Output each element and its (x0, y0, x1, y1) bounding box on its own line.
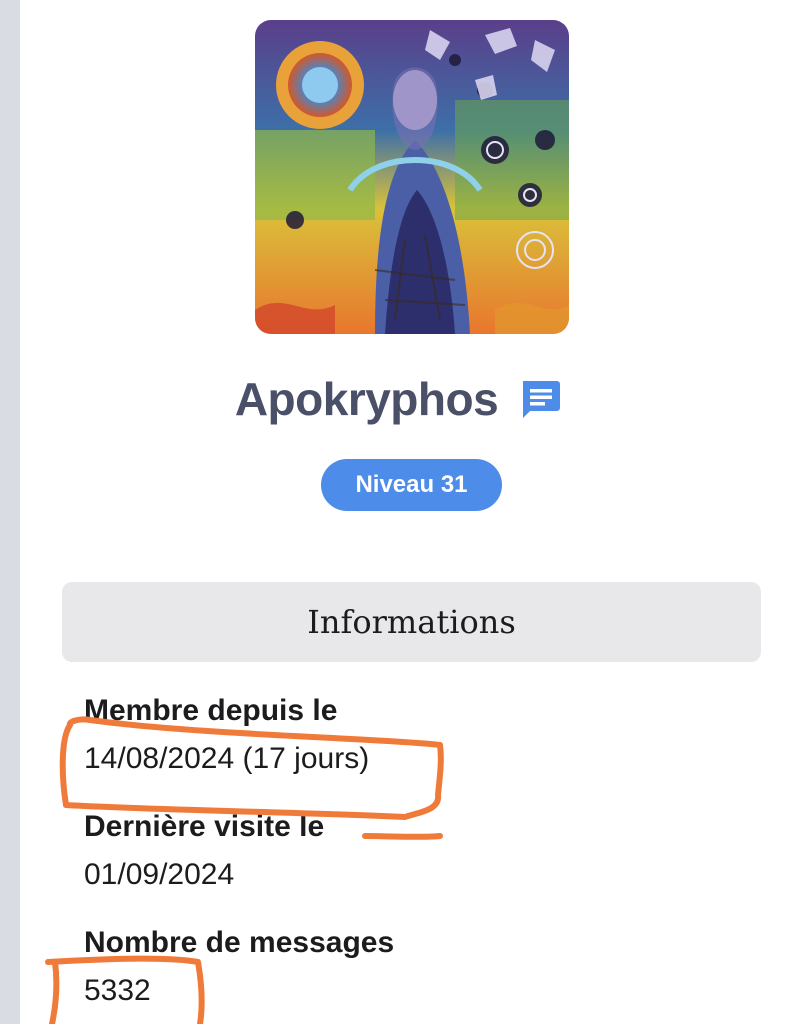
profile-page: Apokryphos Niveau 31 Informations Membre… (0, 0, 797, 1024)
chat-bubble-icon[interactable] (518, 377, 562, 421)
messages-count-label: Nombre de messages (84, 926, 395, 959)
last-visit-value: 01/09/2024 (84, 858, 235, 891)
avatar[interactable] (255, 20, 569, 334)
member-since-value: 14/08/2024 (17 jours) (84, 742, 370, 775)
avatar-artwork (255, 20, 569, 334)
left-rail (0, 0, 20, 1024)
member-since-label: Membre depuis le (84, 694, 338, 727)
messages-count-value: 5332 (84, 974, 151, 1007)
username-row: Apokryphos (0, 372, 797, 426)
level-badge: Niveau 31 (321, 459, 502, 511)
annotation-stroke-tail (362, 833, 443, 840)
section-title-informations: Informations (62, 582, 761, 662)
last-visit-label: Dernière visite le (84, 810, 325, 843)
username: Apokryphos (234, 373, 499, 425)
